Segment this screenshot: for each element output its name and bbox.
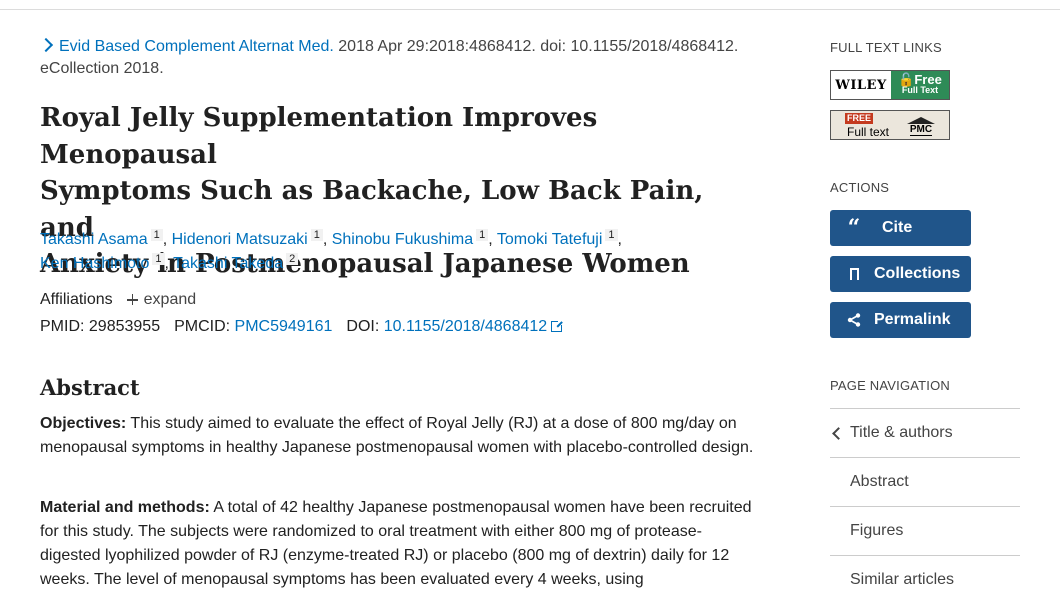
wiley-free-full-text-link[interactable]: WILEY 🔓Free Full Text (830, 70, 950, 100)
article-identifiers: PMID: 29853955 PMCID: PMC5949161 DOI: 10.1… (40, 316, 564, 338)
citation-details: 2018 Apr 29:2018:4868412. doi: 10.1155/2… (338, 38, 739, 55)
expand-label: expand (143, 291, 197, 308)
abstract-objectives: Objectives: This study aimed to evaluate… (40, 412, 760, 460)
chevron-left-icon (832, 426, 845, 440)
objectives-text: This study aimed to evaluate the effect … (40, 415, 754, 456)
quote-icon: “ (847, 215, 861, 241)
cite-label: Cite (882, 219, 913, 236)
abstract-methods: Material and methods: A total of 42 heal… (40, 496, 760, 592)
nav-abstract[interactable]: Abstract (830, 457, 1020, 506)
author-link[interactable]: Shinobu Fukushima (332, 231, 473, 248)
objectives-label: Objectives: (40, 415, 127, 432)
doi-value: 10.1155/2018/4868412 (383, 318, 548, 335)
pmcid-label: PMCID: (174, 318, 231, 335)
nav-similar-label: Similar articles (850, 571, 955, 588)
pmc-building-icon (907, 117, 935, 124)
pmc-full-text-label: Full text (847, 125, 890, 139)
nav-title-authors-label: Title & authors (850, 424, 953, 441)
share-icon (842, 313, 866, 327)
doi-link[interactable]: 10.1155/2018/4868412 (383, 318, 564, 335)
pmc-free-full-text-link[interactable]: FREE Full text PMC (830, 110, 950, 140)
nav-similar-articles[interactable]: Similar articles (830, 555, 1020, 604)
cite-button[interactable]: “ Cite (830, 210, 971, 246)
author-link[interactable]: Takashi Takeda (173, 255, 283, 272)
journal-citation: Evid Based Complement Alternat Med. 2018… (38, 36, 760, 80)
header-divider (0, 9, 1060, 10)
affiliation-ref[interactable]: 2 (286, 252, 299, 265)
affiliation-ref[interactable]: 1 (476, 228, 489, 241)
author-link[interactable]: Ken Hashimoto (40, 255, 149, 272)
abstract-heading: Abstract (40, 375, 140, 400)
affiliation-ref[interactable]: 1 (605, 228, 618, 241)
affiliation-ref[interactable]: 1 (310, 228, 323, 241)
pmc-logo: PMC (893, 111, 949, 139)
doi-label: DOI: (346, 318, 380, 335)
author-list: Takashi Asama 1, Hidenori Matsuzaki 1, Shi… (40, 228, 622, 272)
wiley-logo: WILEY (831, 71, 891, 99)
pmcid-link[interactable]: PMC5949161 (235, 318, 333, 335)
pmid-label: PMID: (40, 318, 85, 335)
affiliation-ref[interactable]: 1 (152, 252, 165, 265)
affiliations-label: Affiliations (40, 291, 113, 308)
permalink-label: Permalink (874, 311, 951, 328)
nav-title-authors[interactable]: Title & authors (830, 408, 1020, 457)
journal-link[interactable]: Evid Based Complement Alternat Med. (38, 37, 334, 55)
bookmark-icon (849, 268, 859, 284)
external-link-icon (551, 320, 564, 332)
full-text-links-heading: FULL TEXT LINKS (830, 40, 942, 55)
collections-label: Collections (874, 265, 961, 282)
wiley-free-badge: 🔓Free Full Text (891, 71, 949, 99)
wiley-full-text-label: Full Text (901, 85, 939, 95)
collections-button[interactable]: Collections (830, 256, 971, 292)
title-line-1: Royal Jelly Supplementation Improves Men… (40, 103, 598, 170)
nav-figures[interactable]: Figures (830, 506, 1020, 555)
ecollection: eCollection 2018. (40, 60, 164, 77)
plus-icon (126, 294, 138, 305)
affiliation-ref[interactable]: 1 (150, 228, 163, 241)
nav-figures-label: Figures (850, 522, 904, 539)
methods-label: Material and methods: (40, 499, 210, 516)
permalink-button[interactable]: Permalink (830, 302, 971, 338)
pmc-brand: PMC (909, 124, 933, 136)
affiliations-toggle[interactable]: Affiliations expand (40, 289, 196, 311)
author-link[interactable]: Takashi Asama (40, 231, 148, 248)
actions-heading: ACTIONS (830, 180, 890, 195)
journal-name: Evid Based Complement Alternat Med. (59, 38, 334, 55)
author-link[interactable]: Tomoki Tatefuji (497, 231, 603, 248)
page-navigation-heading: PAGE NAVIGATION (830, 378, 951, 393)
author-link[interactable]: Hidenori Matsuzaki (172, 231, 308, 248)
chevron-right-icon (38, 37, 54, 53)
pmc-free-label: FREE (845, 113, 874, 124)
nav-abstract-label: Abstract (850, 473, 909, 490)
pmid-value: 29853955 (88, 318, 161, 335)
